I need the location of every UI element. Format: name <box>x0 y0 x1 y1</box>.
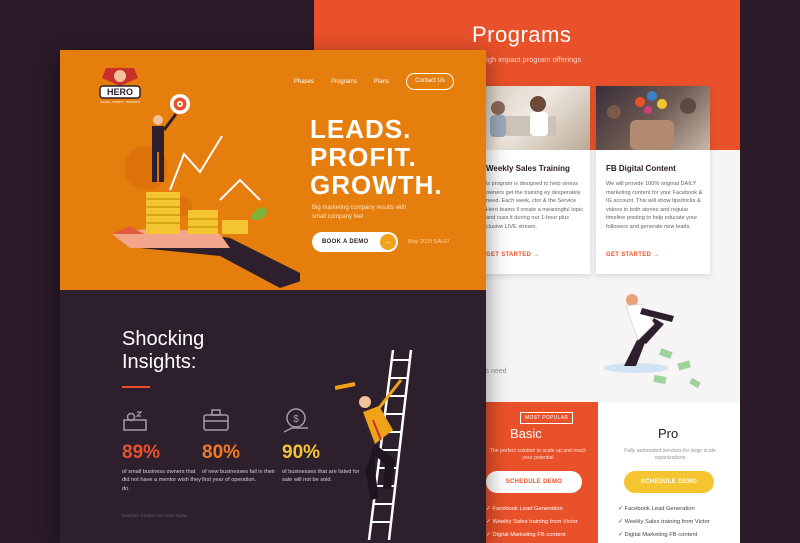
plan-feature-label: Facebook Lead Generation <box>624 506 695 512</box>
book-demo-label: BOOK A DEMO <box>322 239 369 245</box>
program-card-fb-content[interactable]: FB Digital Content We will provide 100% … <box>596 86 710 274</box>
plan-feature: ✓ Facebook Lead Generation <box>618 506 695 512</box>
nav-link-phases[interactable]: Phases <box>294 79 314 85</box>
plan-title: Pro <box>658 426 679 441</box>
nav-link-plans[interactable]: Plans <box>374 79 389 85</box>
stat-description: of small business owners that did not ha… <box>122 469 201 492</box>
hero-section: HERO SALES · PROFIT · GROWTH Phases Prog… <box>60 50 486 290</box>
plan-desc: The perfect solution to scale up and rea… <box>489 448 587 461</box>
plan-basic: MOST POPULAR Basic The perfect solution … <box>476 402 598 543</box>
program-card-title: FB Digital Content <box>606 164 676 173</box>
sale-text: May 2020 SALE! <box>408 239 450 245</box>
social-icons-photo-icon <box>607 91 696 150</box>
svg-text:$: $ <box>293 414 299 425</box>
plan-feature-label: Digital Marketing FB content <box>624 532 698 538</box>
contact-us-button[interactable]: Contact Us <box>406 73 454 90</box>
plan-feature-label: Weekly Sales training from Victor <box>624 519 710 525</box>
insights-title-line-1: Shocking <box>122 328 205 350</box>
plan-title: Basic <box>510 426 542 441</box>
growth-illustration-icon <box>112 94 300 288</box>
programs-subtitle: high impact program offerings <box>482 55 582 64</box>
plan-feature: ✓ Digital Marketing FB content <box>618 532 698 538</box>
plan-feature: ✓ Facebook Lead Generation <box>486 506 563 512</box>
plan-feature: ✓ Digital Marketing FB content <box>486 532 566 538</box>
meeting-photo-icon <box>490 96 556 137</box>
plan-feature: ✓ Weekly Sales training from Victor <box>618 519 710 525</box>
money-surfer-illustration-icon <box>604 294 701 389</box>
plan-pro: Pro Fully automated services for large s… <box>598 402 740 543</box>
headline-line-3: GROWTH. <box>310 170 443 200</box>
program-card-title: Weekly Sales Training <box>486 164 570 173</box>
insights-section: Shocking Insights: $ 89% 80% 90% of smal… <box>60 290 486 543</box>
plan-feature: ✓ Weekly Sales training from Victor <box>486 519 578 525</box>
sales-training-photo <box>476 86 590 150</box>
sources-note: Sources: Forbes and USA Today <box>122 513 188 518</box>
ladder-climber-illustration-icon <box>335 349 413 540</box>
nav-link-programs[interactable]: Programs <box>331 79 357 85</box>
headline-line-1: LEADS. <box>310 114 412 144</box>
plan-feature-label: Weekly Sales training from Victor <box>492 519 578 525</box>
insights-title-line-2: Insights: <box>122 351 197 373</box>
hero-page: HERO SALES · PROFIT · GROWTH Phases Prog… <box>60 50 486 543</box>
schedule-demo-button[interactable]: SCHEDULE DEMO <box>486 471 582 493</box>
plan-feature-label: Facebook Lead Generation <box>492 506 563 512</box>
money-hand-icon: $ <box>283 408 308 433</box>
programs-title: Programs <box>472 22 572 47</box>
arrow-right-icon: → <box>380 234 396 250</box>
program-card-body: is program is designed to help siness ow… <box>486 181 584 230</box>
briefcase-icon <box>203 409 229 431</box>
fb-content-photo <box>596 86 710 150</box>
sleeping-owner-icon <box>123 411 147 431</box>
most-popular-badge: MOST POPULAR <box>520 412 574 424</box>
program-card-sales-training[interactable]: Weekly Sales Training is program is desi… <box>476 86 590 274</box>
program-card-body: We will provide 100% original DAILY mark… <box>606 181 703 230</box>
plan-desc: Fully automated services for large scale… <box>624 448 716 461</box>
get-started-link[interactable]: GET STARTED → <box>606 252 659 258</box>
stat-value: 89% <box>122 442 161 463</box>
insights-title: Shocking Insights: <box>122 328 204 374</box>
stat-value: 90% <box>282 442 321 463</box>
plan-feature-label: Digital Marketing FB content <box>492 532 566 538</box>
stat-description: of new businesses fail in their first ye… <box>202 469 276 484</box>
title-underline <box>122 386 150 388</box>
hero-description: Big marketing company results with small… <box>312 205 407 220</box>
headline-line-2: PROFIT. <box>310 142 417 172</box>
book-demo-button[interactable]: BOOK A DEMO → <box>312 232 398 252</box>
schedule-demo-button[interactable]: SCHEDULE DEMO <box>624 471 714 493</box>
stat-value: 80% <box>202 442 241 463</box>
get-started-link[interactable]: GET STARTED → <box>486 252 539 258</box>
